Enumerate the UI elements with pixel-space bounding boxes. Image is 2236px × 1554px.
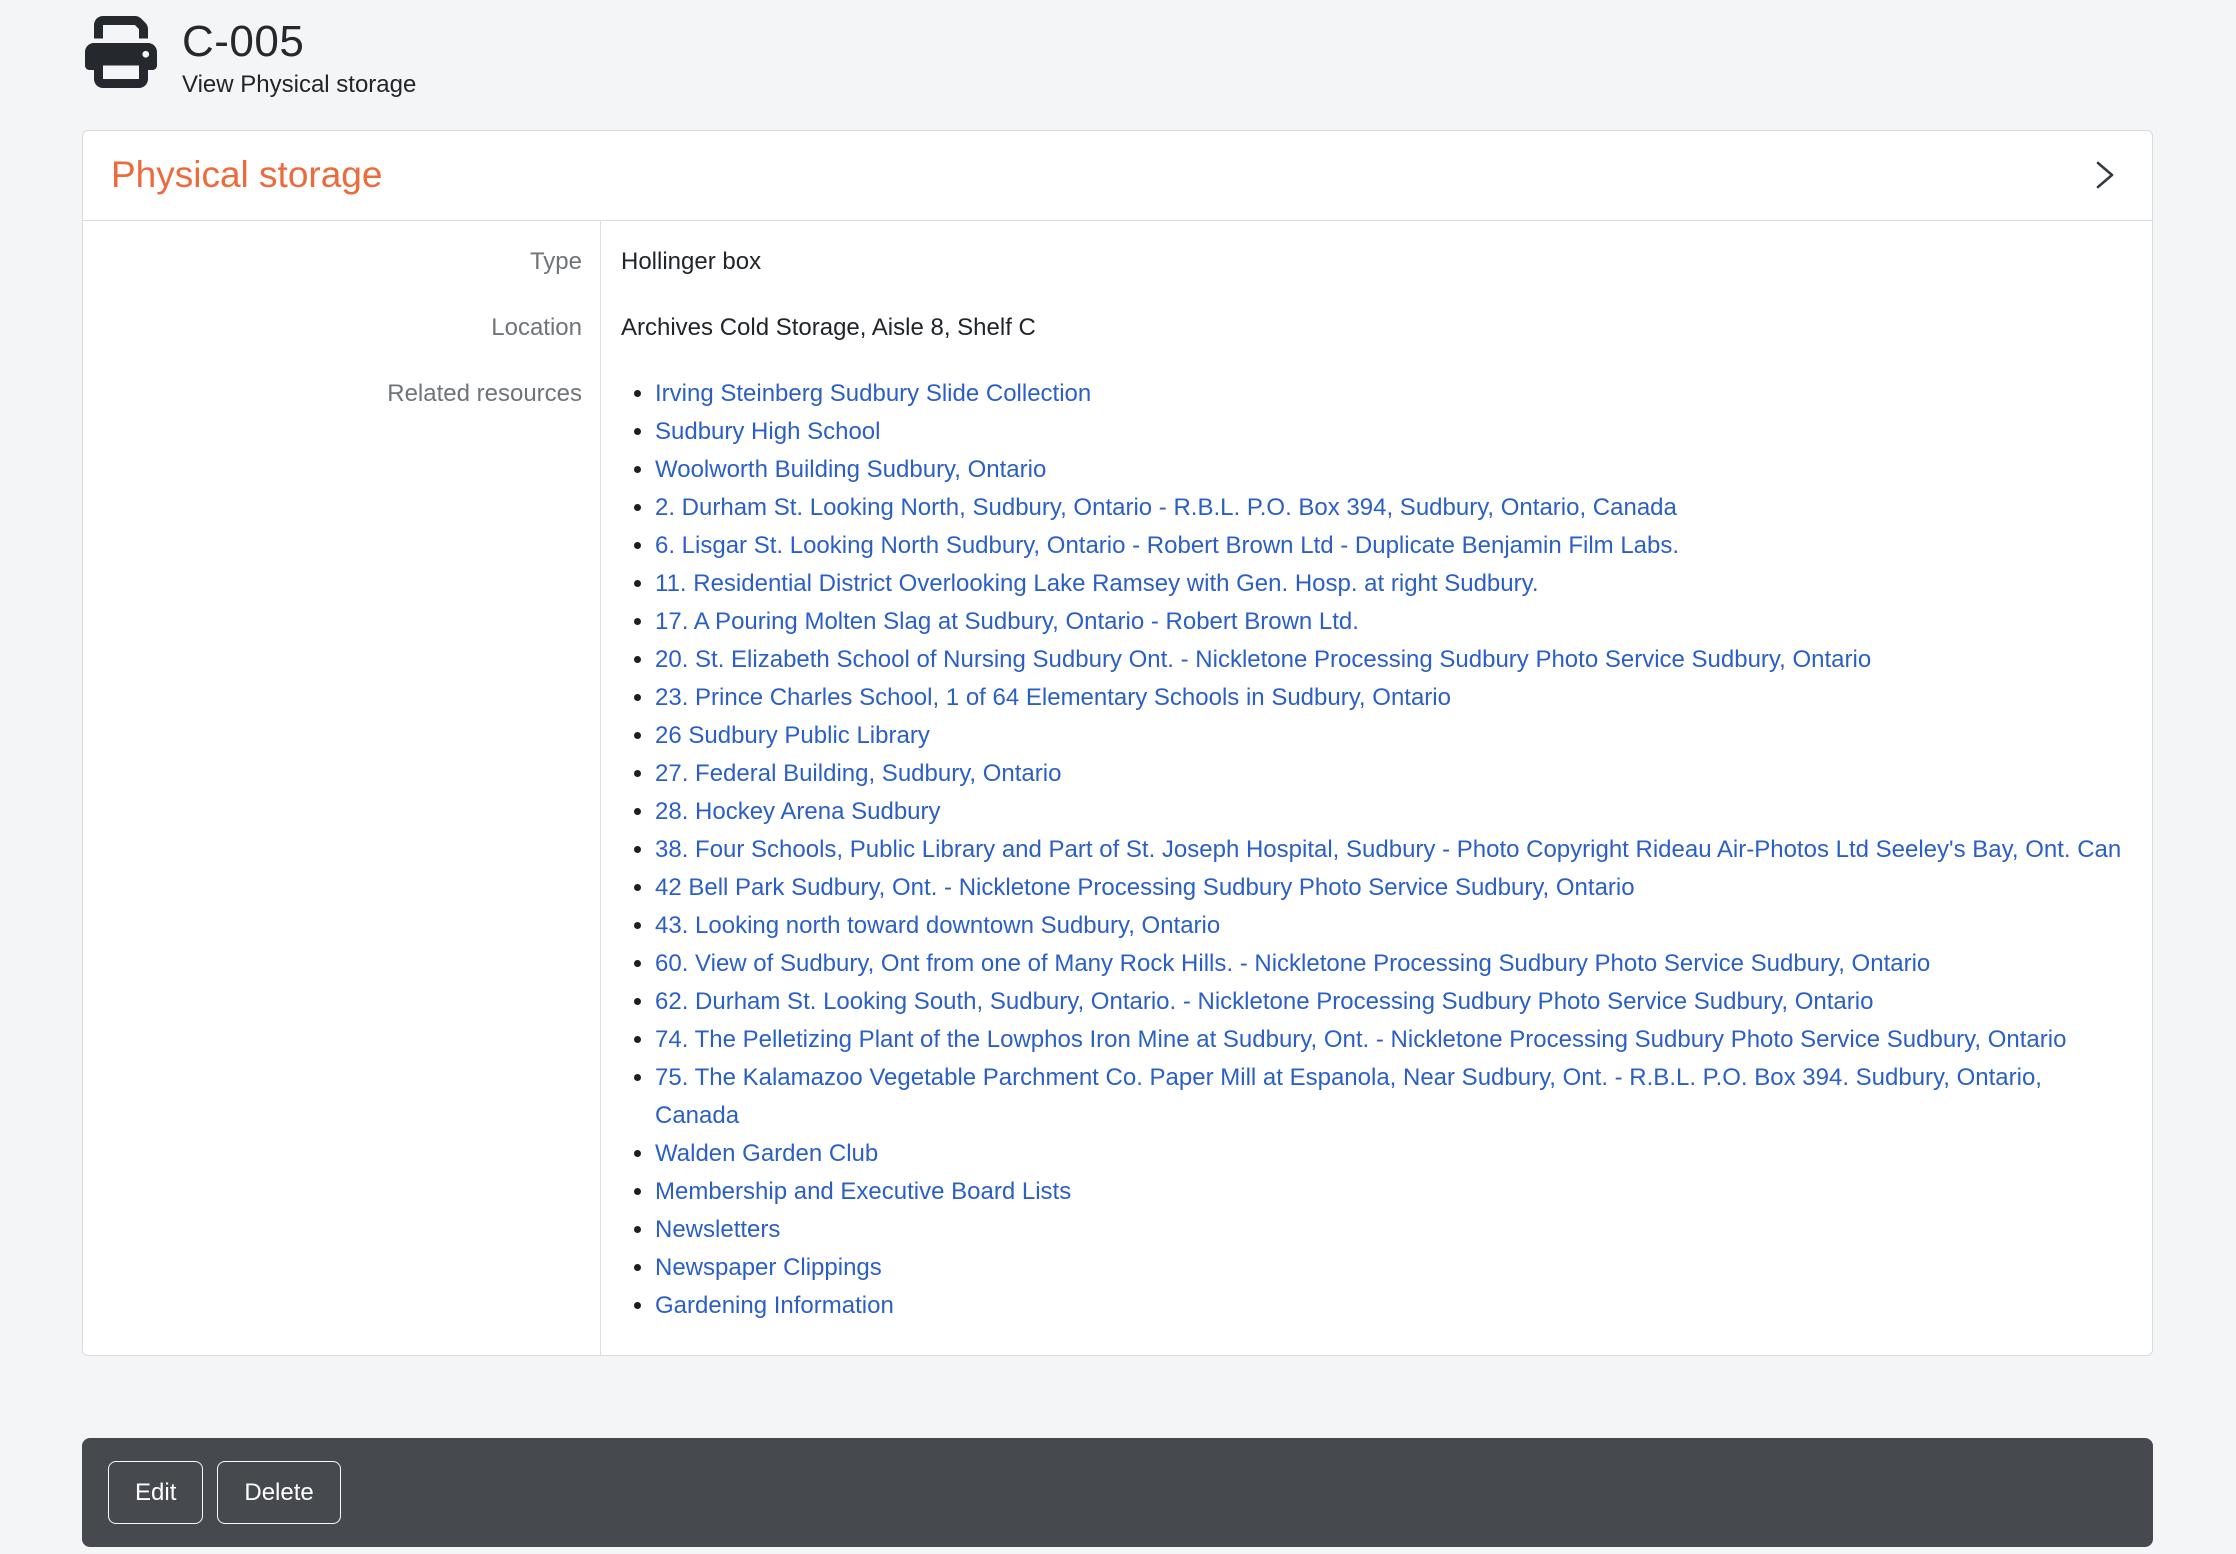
related-resource-link[interactable]: 6. Lisgar St. Looking North Sudbury, Ont… (655, 532, 1679, 559)
related-resource-item: 2. Durham St. Looking North, Sudbury, On… (655, 489, 2128, 527)
related-resource-item: Newsletters (655, 1211, 2128, 1249)
related-resource-link[interactable]: Gardening Information (655, 1292, 894, 1319)
related-resource-item: Membership and Executive Board Lists (655, 1173, 2128, 1211)
related-resource-item: 27. Federal Building, Sudbury, Ontario (655, 755, 2128, 793)
panel-header: Physical storage (83, 131, 2152, 221)
field-value-location: Archives Cold Storage, Aisle 8, Shelf C (600, 295, 2152, 361)
physical-storage-panel: Physical storage Type Hollinger box Loca… (82, 130, 2153, 1356)
page-header: C-005 View Physical storage (0, 0, 2236, 116)
related-resource-link[interactable]: Walden Garden Club (655, 1140, 878, 1167)
action-bar: Edit Delete (82, 1438, 2153, 1547)
printer-icon (82, 14, 162, 90)
related-resource-link[interactable]: 17. A Pouring Molten Slag at Sudbury, On… (655, 608, 1359, 635)
related-resource-item: 75. The Kalamazoo Vegetable Parchment Co… (655, 1059, 2128, 1135)
header-text: C-005 View Physical storage (182, 14, 416, 99)
related-resource-item: 26 Sudbury Public Library (655, 717, 2128, 755)
related-resource-link[interactable]: 28. Hockey Arena Sudbury (655, 798, 941, 825)
related-resource-item: 74. The Pelletizing Plant of the Lowphos… (655, 1021, 2128, 1059)
related-resource-item: 11. Residential District Overlooking Lak… (655, 565, 2128, 603)
related-resource-link[interactable]: 20. St. Elizabeth School of Nursing Sudb… (655, 646, 1871, 673)
related-resource-item: Irving Steinberg Sudbury Slide Collectio… (655, 375, 2128, 413)
related-resource-link[interactable]: Woolworth Building Sudbury, Ontario (655, 456, 1046, 483)
field-label-related-resources: Related resources (83, 361, 600, 1355)
related-resource-item: Sudbury High School (655, 413, 2128, 451)
related-resource-link[interactable]: 74. The Pelletizing Plant of the Lowphos… (655, 1026, 2066, 1053)
related-resource-link[interactable]: 62. Durham St. Looking South, Sudbury, O… (655, 988, 1873, 1015)
related-resource-item: 43. Looking north toward downtown Sudbur… (655, 907, 2128, 945)
related-resource-link[interactable]: 23. Prince Charles School, 1 of 64 Eleme… (655, 684, 1451, 711)
panel-heading: Physical storage (111, 155, 382, 196)
related-resource-link[interactable]: 38. Four Schools, Public Library and Par… (655, 836, 2121, 863)
related-resource-link[interactable]: 27. Federal Building, Sudbury, Ontario (655, 760, 1061, 787)
field-row-location: Location Archives Cold Storage, Aisle 8,… (83, 295, 2152, 361)
delete-button[interactable]: Delete (217, 1461, 340, 1525)
field-table: Type Hollinger box Location Archives Col… (83, 221, 2152, 1355)
related-resource-link[interactable]: Sudbury High School (655, 418, 880, 445)
related-resource-link[interactable]: Newspaper Clippings (655, 1254, 882, 1281)
field-row-related-resources: Related resources Irving Steinberg Sudbu… (83, 361, 2152, 1355)
related-resource-item: 17. A Pouring Molten Slag at Sudbury, On… (655, 603, 2128, 641)
edit-button[interactable]: Edit (108, 1461, 203, 1525)
related-resource-item: Newspaper Clippings (655, 1249, 2128, 1287)
page-subtitle: View Physical storage (182, 71, 416, 99)
field-label-location: Location (83, 295, 600, 361)
field-value-related-resources: Irving Steinberg Sudbury Slide Collectio… (600, 361, 2152, 1355)
related-resource-item: 23. Prince Charles School, 1 of 64 Eleme… (655, 679, 2128, 717)
related-resource-item: 60. View of Sudbury, Ont from one of Man… (655, 945, 2128, 983)
related-resource-item: Walden Garden Club (655, 1135, 2128, 1173)
related-resource-item: 38. Four Schools, Public Library and Par… (655, 831, 2128, 869)
field-row-type: Type Hollinger box (83, 221, 2152, 295)
physical-storage-view-page: C-005 View Physical storage Physical sto… (0, 0, 2236, 1554)
related-resource-item: Gardening Information (655, 1287, 2128, 1325)
related-resource-item: 62. Durham St. Looking South, Sudbury, O… (655, 983, 2128, 1021)
related-resource-item: 6. Lisgar St. Looking North Sudbury, Ont… (655, 527, 2128, 565)
related-resources-list: Irving Steinberg Sudbury Slide Collectio… (621, 375, 2128, 1325)
related-resource-link[interactable]: 26 Sudbury Public Library (655, 722, 930, 749)
related-resource-link[interactable]: 42 Bell Park Sudbury, Ont. - Nickletone … (655, 874, 1635, 901)
related-resource-item: 42 Bell Park Sudbury, Ont. - Nickletone … (655, 869, 2128, 907)
related-resource-link[interactable]: 11. Residential District Overlooking Lak… (655, 570, 1539, 597)
related-resource-link[interactable]: 2. Durham St. Looking North, Sudbury, On… (655, 494, 1677, 521)
related-resource-link[interactable]: 43. Looking north toward downtown Sudbur… (655, 912, 1220, 939)
related-resource-item: Woolworth Building Sudbury, Ontario (655, 451, 2128, 489)
field-label-type: Type (83, 221, 600, 295)
related-resource-link[interactable]: Membership and Executive Board Lists (655, 1178, 1071, 1205)
chevron-right-icon[interactable] (2092, 155, 2122, 195)
related-resource-link[interactable]: Irving Steinberg Sudbury Slide Collectio… (655, 380, 1091, 407)
related-resource-link[interactable]: Newsletters (655, 1216, 780, 1243)
related-resource-link[interactable]: 75. The Kalamazoo Vegetable Parchment Co… (655, 1064, 2042, 1129)
related-resource-link[interactable]: 60. View of Sudbury, Ont from one of Man… (655, 950, 1930, 977)
page-title: C-005 (182, 14, 416, 69)
field-value-type: Hollinger box (600, 221, 2152, 295)
related-resource-item: 20. St. Elizabeth School of Nursing Sudb… (655, 641, 2128, 679)
related-resource-item: 28. Hockey Arena Sudbury (655, 793, 2128, 831)
